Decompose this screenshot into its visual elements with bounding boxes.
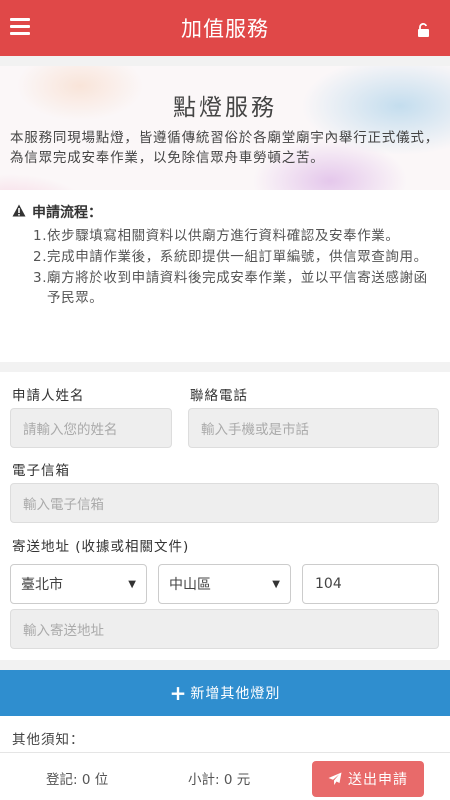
plus-icon: +: [169, 681, 188, 705]
process-steps: 1. 依步驟填寫相關資料以供廟方進行資料確認及安奉作業。 2. 完成申請作業後，系統…: [12, 226, 434, 308]
phone-input[interactable]: 輸入手機或是市話: [188, 408, 439, 448]
paper-plane-icon: [328, 772, 342, 785]
city-select[interactable]: 臺北市 ▼: [10, 564, 147, 604]
dropdown-caret-icon: ▼: [272, 578, 280, 590]
district-select-value: 中山區: [169, 577, 211, 593]
top-bar: 加值服務: [0, 0, 450, 56]
zip-input[interactable]: 104: [302, 564, 439, 604]
address-input[interactable]: 輸入寄送地址: [10, 609, 439, 649]
name-label: 申請人姓名: [12, 388, 85, 404]
app-screen: 加值服務 點燈服務 本服務同現場點燈，皆遵循傳統習俗於各廟堂廟宇內舉行正式儀式，…: [0, 0, 450, 800]
process-step: 2. 完成申請作業後，系統即提供一組訂單編號，供信眾查詢用。: [33, 249, 428, 265]
process-step: 3. 廟方將於收到申請資料後完成安奉作業，並以平信寄送感謝函予民眾。: [33, 270, 428, 306]
service-title: 點燈服務: [173, 95, 277, 121]
email-label: 電子信箱: [12, 463, 70, 479]
page-title: 加值服務: [181, 17, 269, 41]
unlock-icon[interactable]: [417, 22, 430, 41]
process-step: 1. 依步驟填寫相關資料以供廟方進行資料確認及安奉作業。: [33, 228, 400, 244]
process-heading: 申請流程：: [12, 202, 434, 222]
submit-button[interactable]: 送出申請: [312, 761, 424, 797]
name-input[interactable]: 請輸入您的姓名: [10, 408, 172, 448]
subtotal: 小計: 0 元: [188, 772, 251, 788]
process-section: 申請流程： 1. 依步驟填寫相關資料以供廟方進行資料確認及安奉作業。 2. 完成申請…: [0, 190, 450, 362]
phone-label: 聯絡電話: [190, 388, 248, 404]
submit-label: 送出申請: [348, 772, 408, 788]
warning-icon: [12, 204, 26, 221]
city-select-value: 臺北市: [21, 577, 63, 593]
email-input[interactable]: 輸入電子信箱: [10, 483, 439, 523]
district-select[interactable]: 中山區 ▼: [158, 564, 291, 604]
dropdown-caret-icon: ▼: [128, 578, 136, 590]
add-lamp-button[interactable]: + 新增其他燈別: [0, 670, 450, 716]
other-notes: 其他須知：: [0, 716, 450, 752]
registered-count: 登記: 0 位: [46, 772, 109, 788]
service-description: 本服務同現場點燈，皆遵循傳統習俗於各廟堂廟宇內舉行正式儀式，為信眾完成安奉作業，…: [10, 130, 439, 166]
process-heading-text: 申請流程：: [32, 205, 102, 221]
application-form: 申請人姓名 聯絡電話 請輸入您的姓名 輸入手機或是市話 電子信箱 輸入電子信箱 …: [0, 372, 450, 660]
bottom-bar: 登記: 0 位 小計: 0 元 送出申請: [0, 752, 450, 800]
hamburger-menu-icon[interactable]: [10, 18, 30, 36]
hero-banner: 點燈服務 本服務同現場點燈，皆遵循傳統習俗於各廟堂廟宇內舉行正式儀式，為信眾完成…: [0, 66, 450, 190]
address-label: 寄送地址 (收據或相關文件): [12, 539, 190, 555]
add-lamp-label: 新增其他燈別: [190, 686, 281, 702]
